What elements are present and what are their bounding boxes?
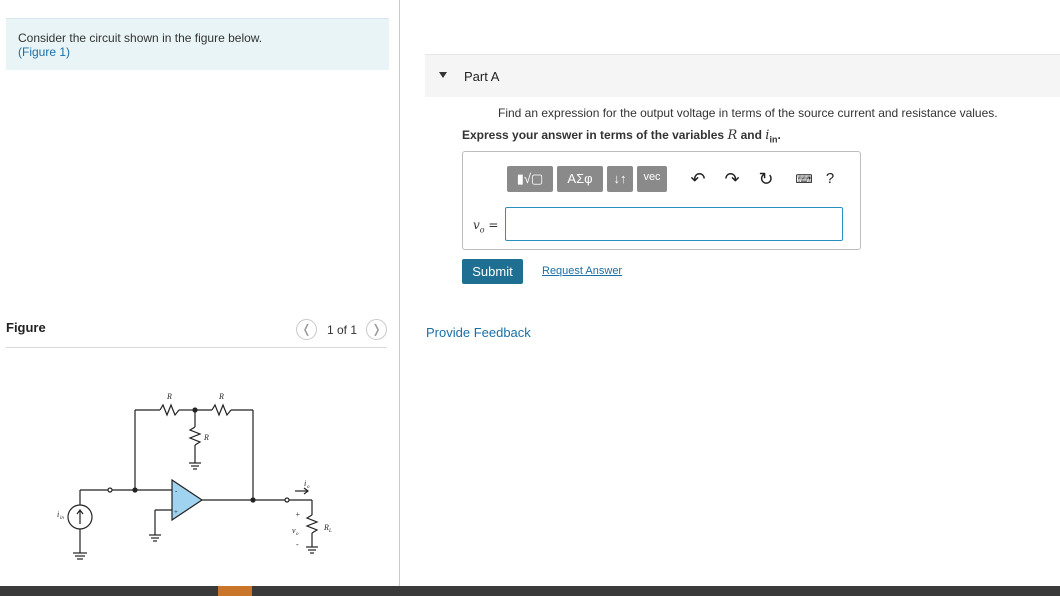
submit-button[interactable]: Submit (462, 259, 523, 284)
circuit-diagram: R R R i in i o + v o - R L - + (57, 392, 332, 560)
express-and: and (737, 128, 766, 142)
vec-button[interactable]: vec (637, 166, 667, 192)
chevron-right-icon: ❭ (371, 322, 382, 336)
current-out-sub-label: o (307, 485, 310, 490)
source-sub-label: in (60, 516, 64, 521)
request-answer-link[interactable]: Request Answer (542, 265, 622, 277)
help-button[interactable]: ? (823, 167, 837, 191)
redo-icon[interactable]: ↷ (721, 167, 743, 191)
chevron-left-icon: ❬ (301, 322, 312, 336)
load-sub-label: L (328, 529, 332, 534)
templates-button[interactable]: ▮√▢ (507, 166, 553, 192)
figure-link[interactable]: (Figure 1) (18, 45, 70, 59)
math-toolbar: ▮√▢ ΑΣφ ↓↑ vec ↶ ↷ ↻ ⌨ ? (507, 164, 837, 194)
arrows-button[interactable]: ↓↑ (607, 166, 633, 192)
right-pane: Part A Find an expression for the output… (401, 0, 1060, 586)
caret-down-icon[interactable] (439, 72, 447, 78)
answer-label: vo = (473, 218, 498, 234)
figure-header: Figure ❬ 1 of 1 ❭ (6, 318, 387, 348)
r-top-left-label: R (166, 392, 172, 401)
variable-r: R (727, 128, 738, 143)
current-out-label: i (304, 479, 306, 488)
left-pane: Consider the circuit shown in the figure… (0, 0, 400, 586)
prev-figure-button[interactable]: ❬ (296, 319, 317, 340)
answer-editor: ▮√▢ ΑΣφ ↓↑ vec ↶ ↷ ↻ ⌨ ? vo = (462, 151, 861, 250)
part-title: Part A (464, 69, 500, 84)
source-label: i (57, 510, 59, 519)
plus-label: + (295, 510, 300, 519)
taskbar (0, 586, 1060, 596)
part-a-header[interactable]: Part A (425, 54, 1060, 97)
express-prefix: Express your answer in terms of the vari… (462, 128, 728, 142)
provide-feedback-link[interactable]: Provide Feedback (426, 325, 531, 340)
r-top-right-label: R (218, 392, 224, 401)
undo-icon[interactable]: ↶ (687, 167, 709, 191)
answer-label-var: v (473, 218, 480, 232)
opamp-plus-label: + (174, 508, 178, 516)
reset-icon[interactable]: ↻ (755, 167, 777, 191)
question-text: Find an expression for the output voltag… (498, 106, 998, 120)
minus-label: - (296, 540, 299, 549)
keyboard-icon[interactable]: ⌨ (789, 167, 819, 191)
answer-instructions: Express your answer in terms of the vari… (462, 128, 781, 144)
r-vertical-label: R (203, 433, 209, 442)
figure-pager: 1 of 1 (327, 323, 358, 337)
answer-input[interactable] (505, 207, 843, 241)
answer-equals: = (484, 218, 499, 232)
next-figure-button[interactable]: ❭ (366, 319, 387, 340)
figure-heading: Figure (6, 320, 46, 335)
taskbar-app-icon[interactable] (218, 586, 252, 596)
problem-intro: Consider the circuit shown in the figure… (6, 18, 389, 70)
greek-symbols-button[interactable]: ΑΣφ (557, 166, 603, 192)
vout-sub-label: o (296, 532, 299, 537)
intro-text: Consider the circuit shown in the figure… (18, 31, 263, 45)
express-suffix: . (777, 128, 781, 142)
